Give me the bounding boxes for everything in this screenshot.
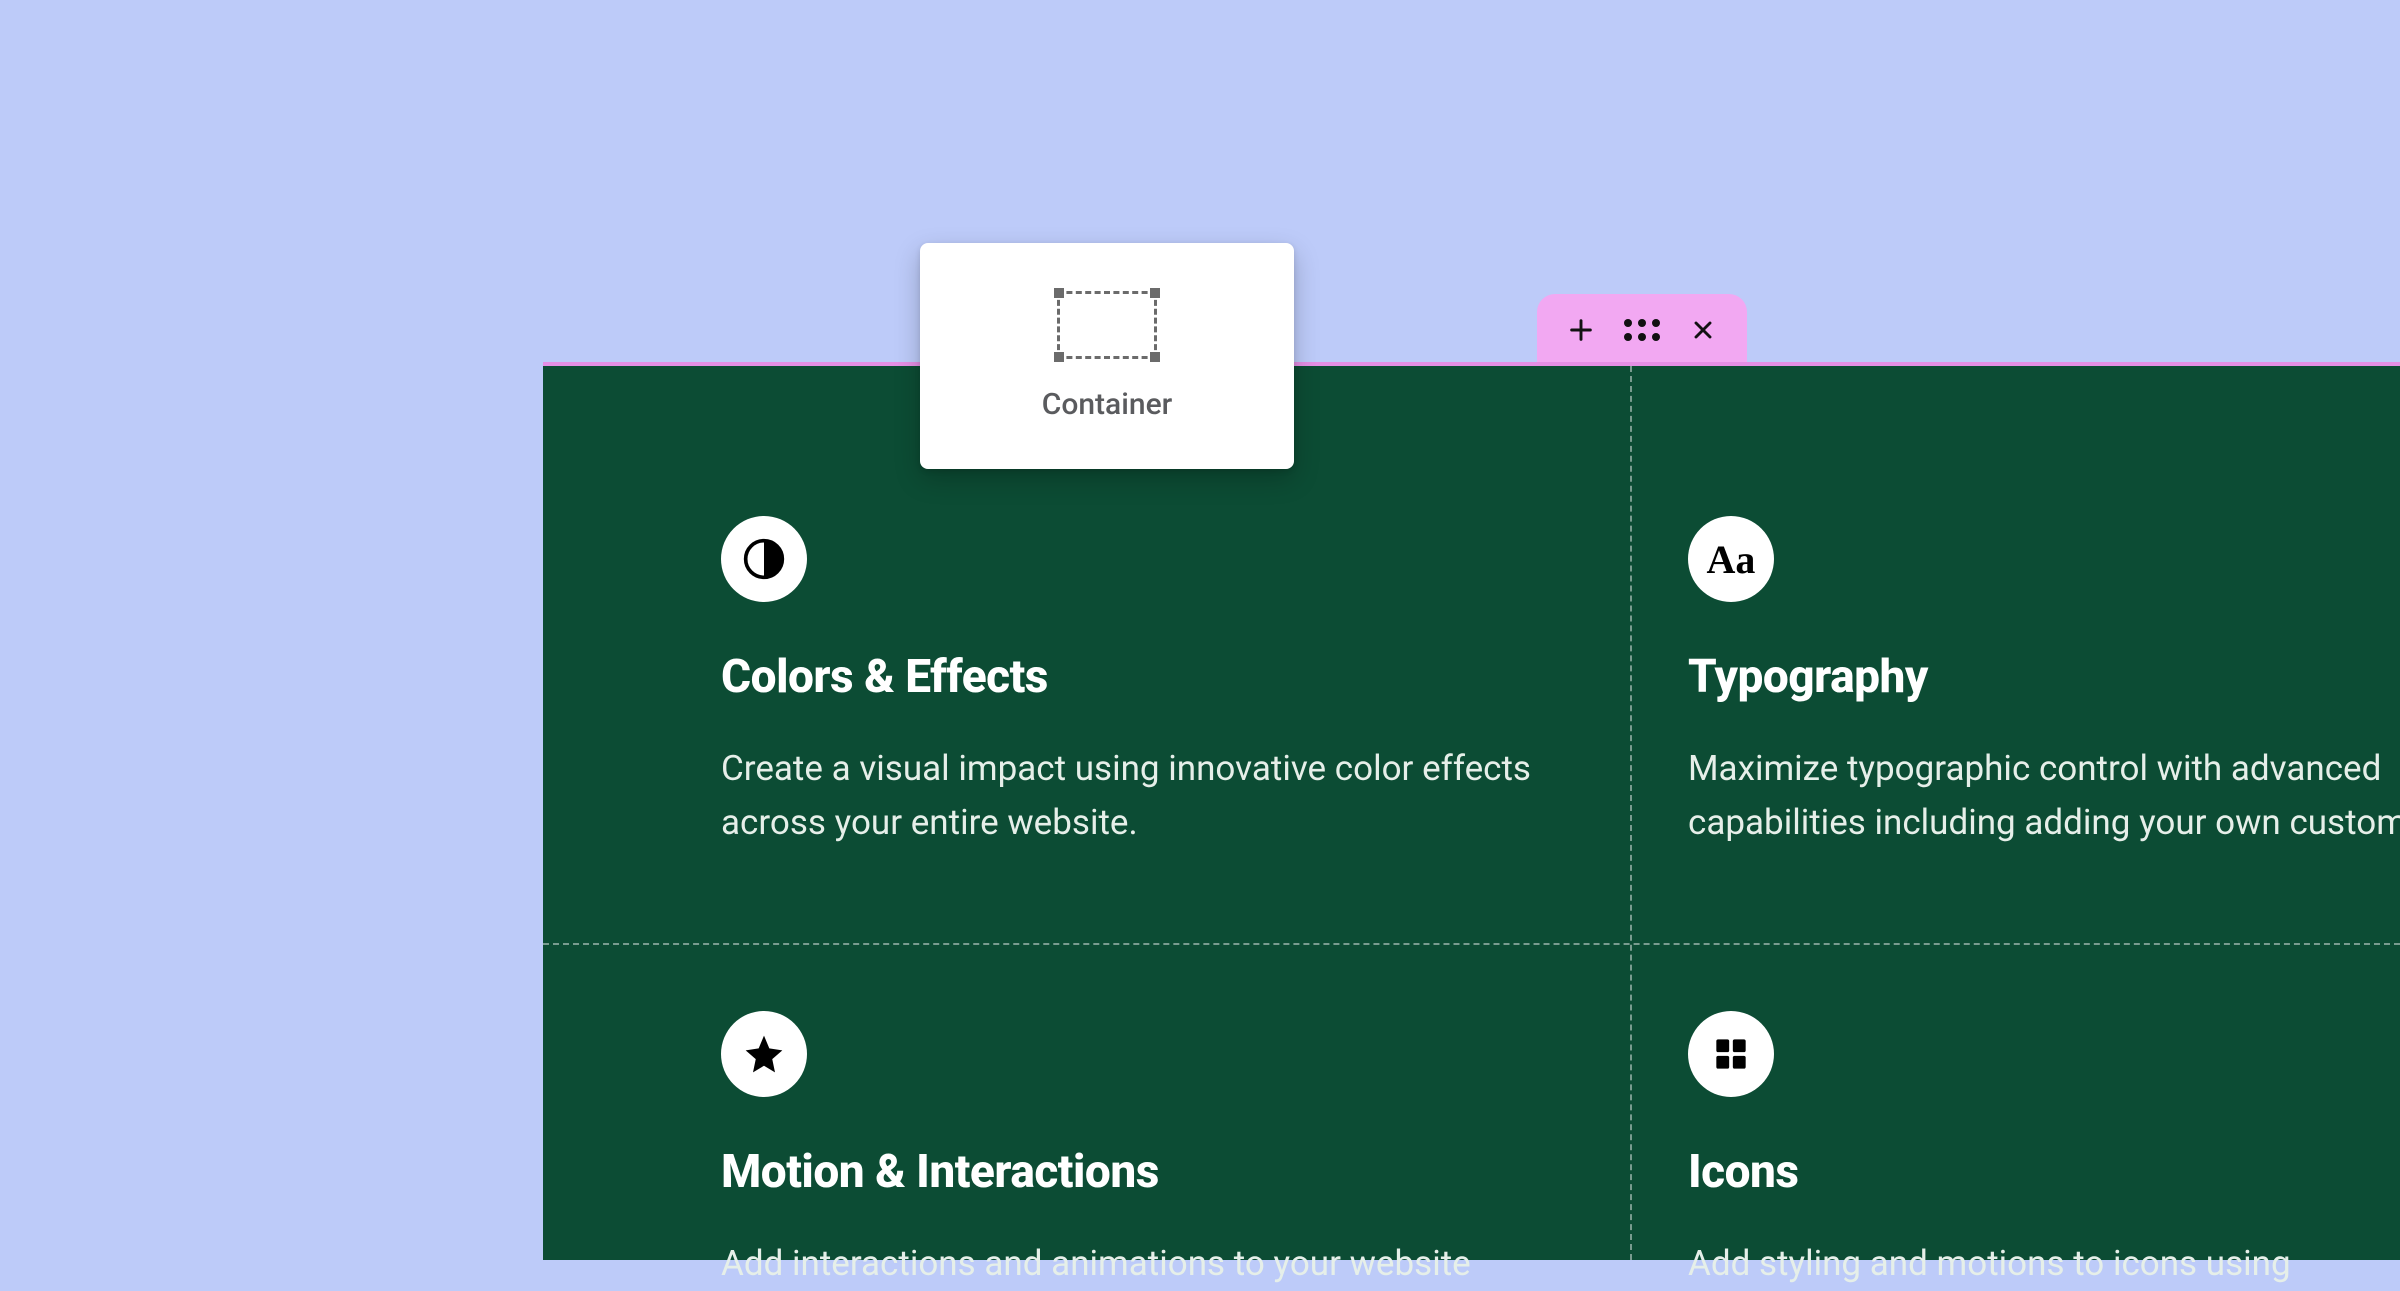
container-icon bbox=[1057, 291, 1157, 359]
feature-body: Maximize typographic control with advanc… bbox=[1688, 742, 2400, 851]
typography-icon: Aa bbox=[1688, 516, 1774, 602]
feature-title: Typography bbox=[1688, 650, 2400, 704]
contrast-icon bbox=[721, 516, 807, 602]
drag-preview-container[interactable]: Container bbox=[920, 243, 1294, 469]
feature-body: Add interactions and animations to your … bbox=[721, 1237, 1541, 1291]
feature-cell-motion[interactable]: Motion & Interactions Add interactions a… bbox=[721, 1011, 1541, 1291]
feature-body: Create a visual impact using innovative … bbox=[721, 742, 1541, 851]
add-button[interactable] bbox=[1561, 310, 1601, 350]
drag-handle[interactable] bbox=[1622, 310, 1662, 350]
drag-preview-label: Container bbox=[1042, 387, 1173, 422]
star-icon bbox=[721, 1011, 807, 1097]
grid-icon bbox=[1688, 1011, 1774, 1097]
close-button[interactable] bbox=[1683, 310, 1723, 350]
feature-body: Add styling and motions to icons using bbox=[1688, 1237, 2400, 1291]
feature-cell-colors[interactable]: Colors & Effects Create a visual impact … bbox=[721, 516, 1541, 851]
feature-title: Icons bbox=[1688, 1145, 2400, 1199]
feature-cell-typography[interactable]: Aa Typography Maximize typographic contr… bbox=[1688, 516, 2400, 851]
feature-title: Colors & Effects bbox=[721, 650, 1541, 704]
editor-canvas[interactable]: Colors & Effects Create a visual impact … bbox=[543, 362, 2400, 1260]
feature-cell-icons[interactable]: Icons Add styling and motions to icons u… bbox=[1688, 1011, 2400, 1291]
feature-title: Motion & Interactions bbox=[721, 1145, 1541, 1199]
drag-dots-icon bbox=[1624, 319, 1660, 341]
selection-toolbar bbox=[1537, 294, 1747, 366]
